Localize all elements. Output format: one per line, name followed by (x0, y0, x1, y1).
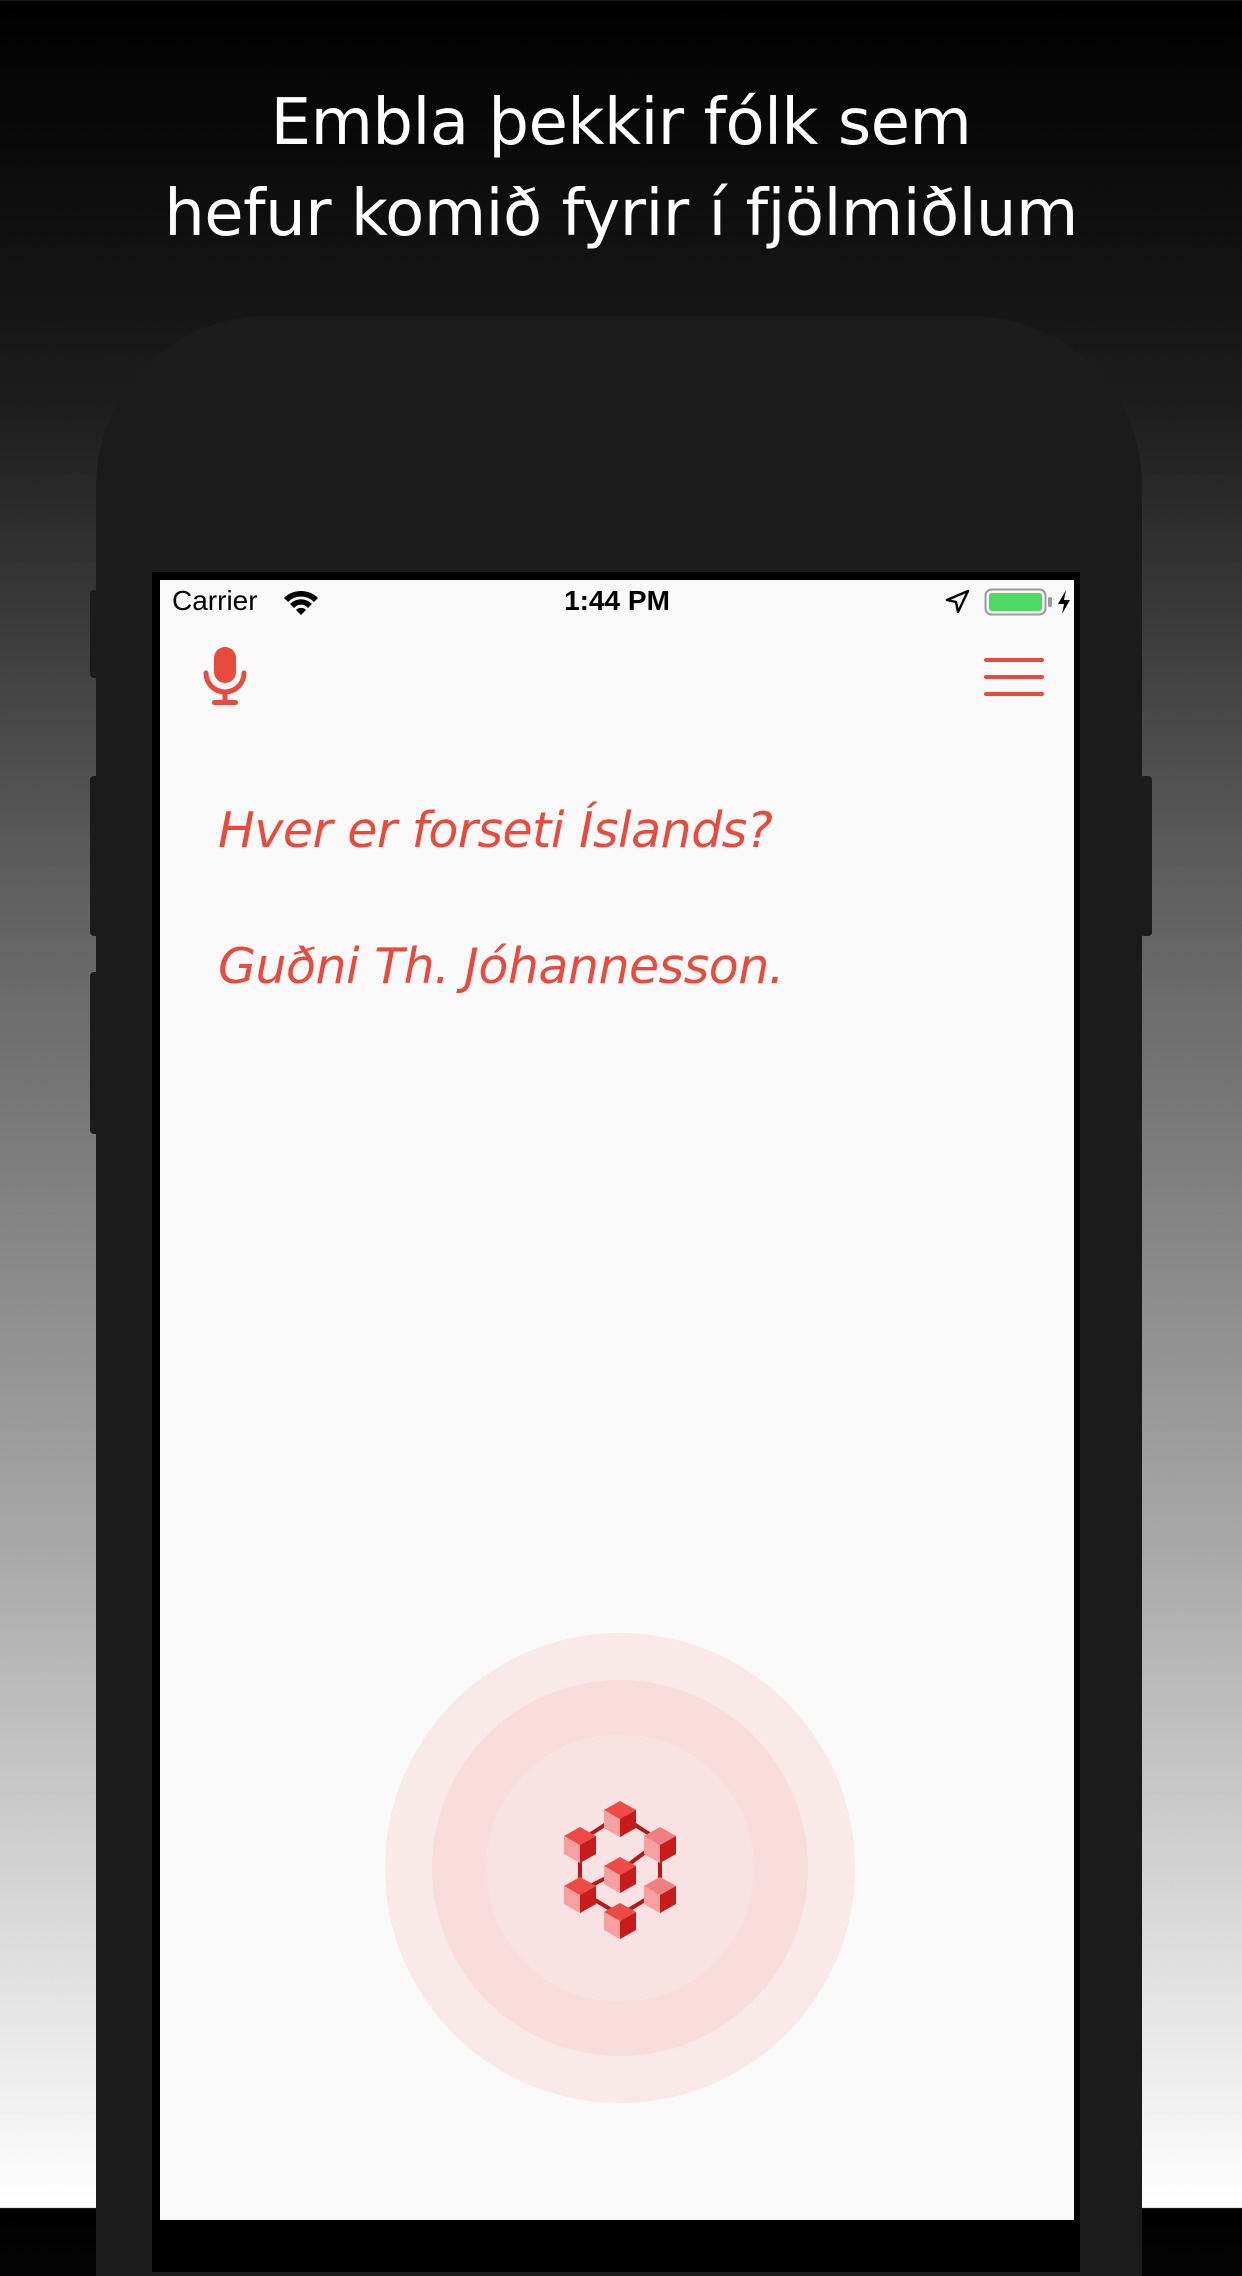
phone-volume-down-button (90, 972, 100, 1134)
user-query-text: Hver er forseti Íslands? (218, 802, 773, 859)
phone-mute-switch (90, 590, 100, 678)
hamburger-menu-icon[interactable] (982, 657, 1046, 697)
status-time: 1:44 PM (564, 585, 670, 616)
microphone-icon[interactable] (202, 645, 248, 707)
assistant-answer-text: Guðni Th. Jóhannesson. (218, 938, 784, 995)
embla-cube-logo-icon[interactable] (545, 1793, 695, 1943)
phone-volume-up-button (90, 776, 100, 936)
location-arrow-icon (945, 589, 970, 614)
status-bar: Carrier 1:44 PM (160, 580, 1074, 622)
charging-bolt-icon (1058, 590, 1070, 614)
phone-power-button (1140, 776, 1152, 936)
headline-line-1: Embla þekkir fólk sem (270, 86, 972, 160)
battery-icon (984, 588, 1052, 616)
marketing-headline: Embla þekkir fólk sem hefur komið fyrir … (0, 78, 1242, 260)
headline-line-2: hefur komið fyrir í fjölmiðlum (164, 177, 1078, 251)
app-screen: Carrier 1:44 PM Hver er forseti Íslands?… (160, 580, 1074, 2220)
